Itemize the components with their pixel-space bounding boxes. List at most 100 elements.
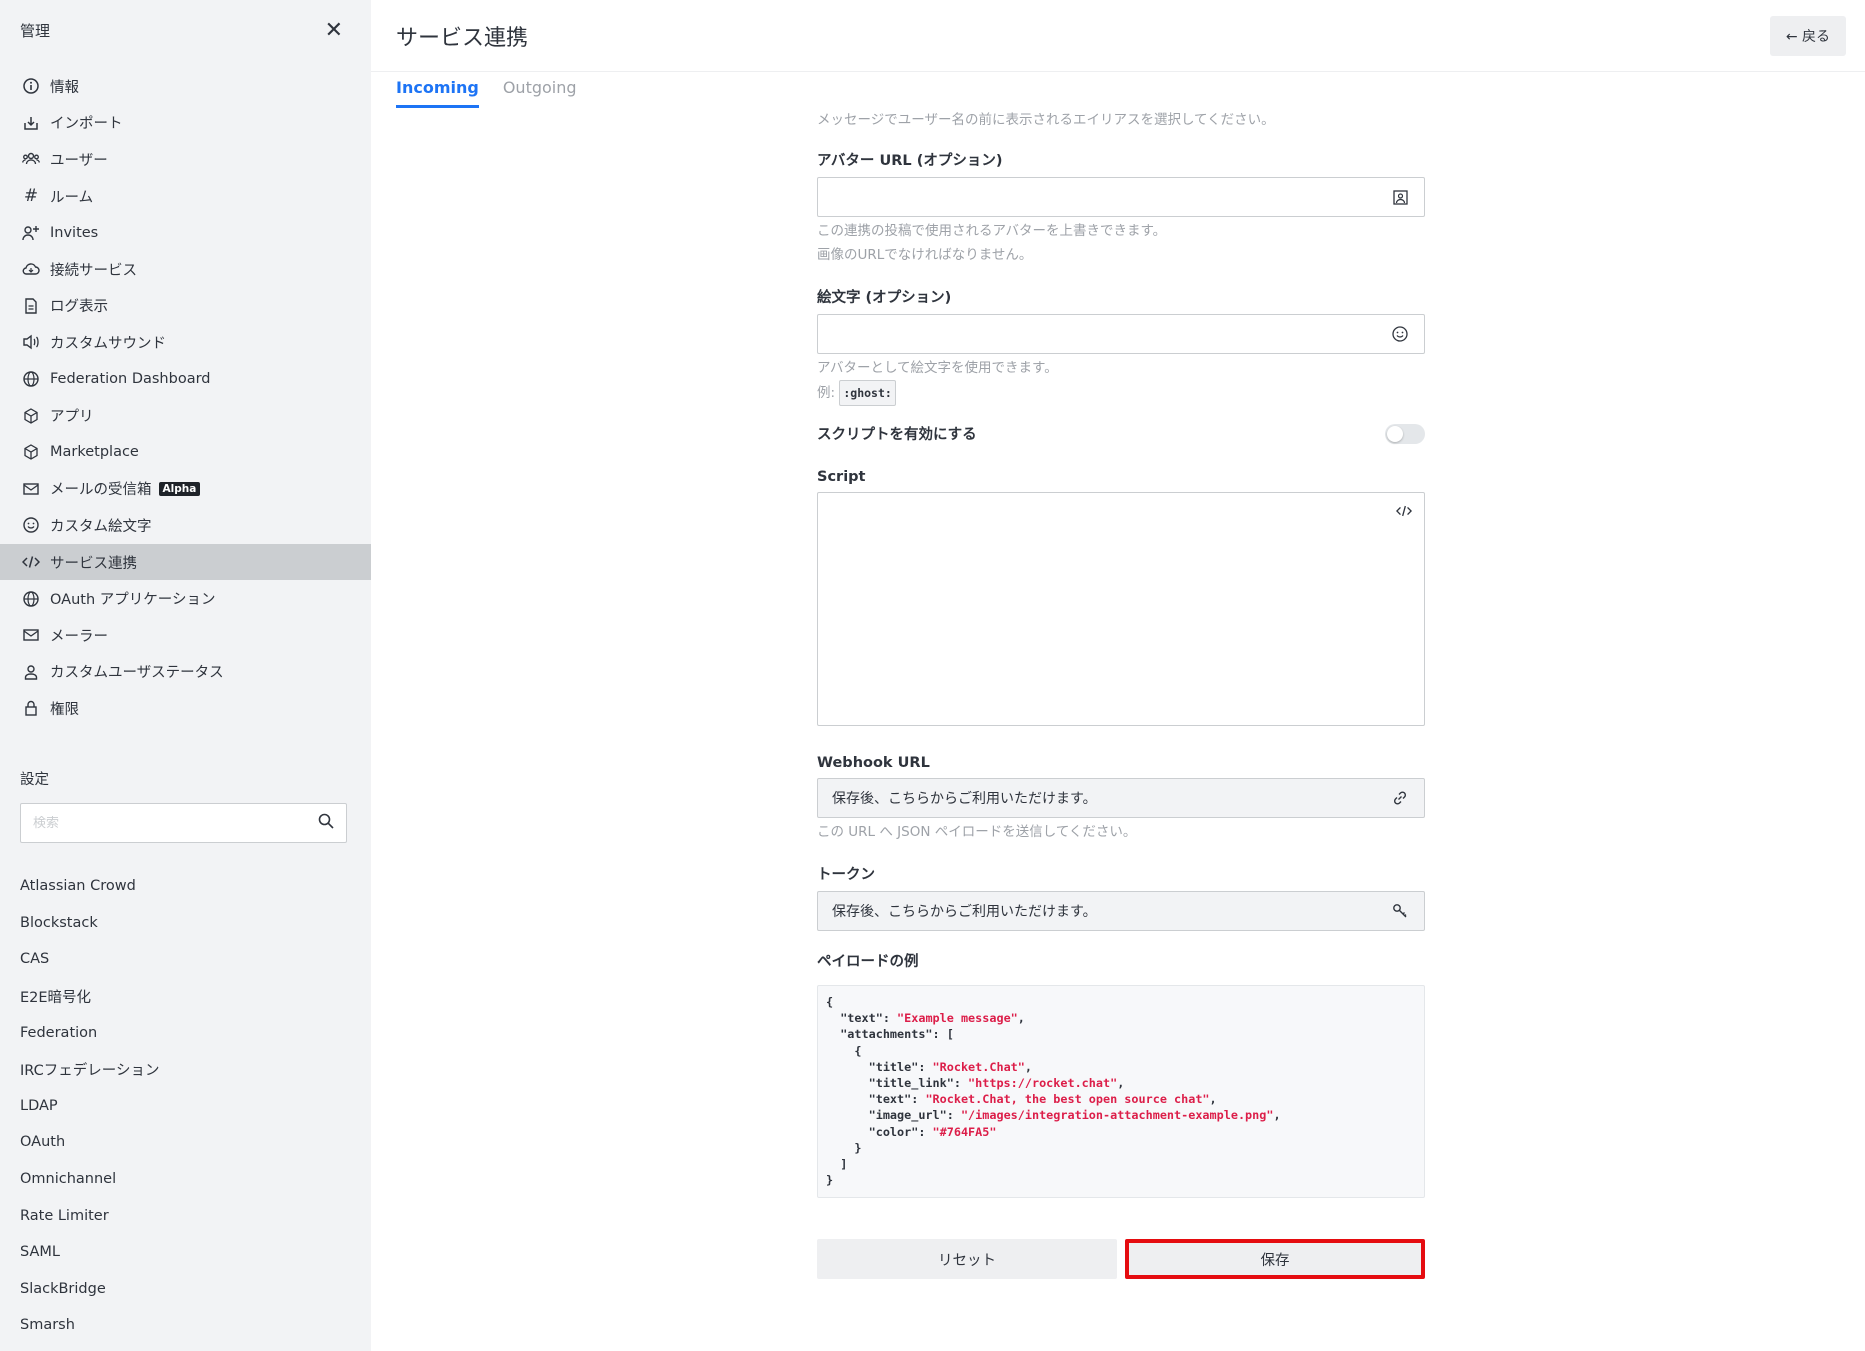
reset-button[interactable]: リセット [817, 1239, 1117, 1279]
sidebar-item-apps[interactable]: アプリ [0, 397, 371, 434]
webhook-hint: この URL へ JSON ペイロードを送信してください。 [817, 824, 1137, 840]
sidebar-item-invites[interactable]: Invites [0, 214, 371, 251]
sidebar-item-federation-dashboard[interactable]: Federation Dashboard [0, 361, 371, 398]
sidebar-item-users[interactable]: ユーザー [0, 141, 371, 178]
back-button[interactable]: ← 戻る [1769, 15, 1846, 56]
emoji-input[interactable] [832, 326, 1390, 342]
webhook-url-field [817, 778, 1425, 818]
token-input[interactable] [832, 903, 1390, 919]
globe-icon [22, 370, 40, 388]
sidebar-item-oauth-apps[interactable]: OAuth アプリケーション [0, 580, 371, 617]
volume-icon [22, 333, 40, 351]
link-icon[interactable] [1390, 790, 1410, 806]
search-icon[interactable] [318, 813, 334, 833]
settings-list: Atlassian Crowd Blockstack CAS E2E暗号化 Fe… [20, 868, 159, 1344]
token-label: トークン [817, 867, 875, 883]
script-label: Script [817, 469, 866, 485]
settings-search-input[interactable] [33, 815, 318, 831]
emoji-example-code: :ghost: [839, 380, 896, 406]
settings-item-atlassian-crowd[interactable]: Atlassian Crowd [20, 868, 159, 905]
settings-item-e2e[interactable]: E2E暗号化 [20, 978, 159, 1015]
settings-item-saml[interactable]: SAML [20, 1234, 159, 1271]
sidebar-item-label: Marketplace [50, 444, 139, 461]
alpha-badge: Alpha [158, 481, 201, 496]
sidebar-item-label: Federation Dashboard [50, 371, 211, 388]
sidebar-item-import[interactable]: インポート [0, 105, 371, 142]
cube-icon [22, 407, 40, 425]
settings-item-smarsh[interactable]: Smarsh [20, 1307, 159, 1344]
payload-example-code: { "text": "Example message", "attachment… [817, 985, 1425, 1198]
document-icon [22, 297, 40, 315]
webhook-url-input[interactable] [832, 790, 1390, 806]
payload-example-label: ペイロードの例 [817, 954, 919, 970]
sidebar-item-label: アプリ [50, 409, 94, 426]
user-plus-icon [22, 224, 40, 242]
payload-title-value: "Rocket.Chat" [932, 1059, 1025, 1074]
sidebar-title: 管理 [20, 21, 51, 40]
settings-heading: 設定 [20, 772, 49, 788]
sidebar-item-label: ルーム [50, 189, 94, 206]
settings-item-blockstack[interactable]: Blockstack [20, 905, 159, 942]
code-icon [22, 553, 40, 571]
sidebar-item-label: サービス連携 [50, 555, 137, 572]
script-toggle-label: スクリプトを有効にする [817, 427, 977, 443]
sidebar-header: 管理 ✕ [0, 0, 371, 60]
settings-item-rate-limiter[interactable]: Rate Limiter [20, 1197, 159, 1234]
sidebar-item-custom-user-status[interactable]: カスタムユーザステータス [0, 654, 371, 691]
sidebar-item-marketplace[interactable]: Marketplace [0, 434, 371, 471]
settings-item-oauth[interactable]: OAuth [20, 1124, 159, 1161]
payload-attachment-text-value: "Rocket.Chat, the best open source chat" [925, 1092, 1210, 1107]
sidebar-item-connected-services[interactable]: 接続サービス [0, 251, 371, 288]
cloud-icon [22, 260, 40, 278]
sidebar-item-label: OAuth アプリケーション [50, 592, 216, 609]
sidebar-item-permissions[interactable]: 権限 [0, 690, 371, 727]
globe-icon [22, 590, 40, 608]
sidebar-item-logs[interactable]: ログ表示 [0, 288, 371, 325]
sidebar-item-mailer[interactable]: メーラー [0, 617, 371, 654]
payload-image-url-value: "/images/integration-attachment-example.… [960, 1108, 1274, 1123]
sidebar-item-label: ログ表示 [50, 299, 108, 316]
sidebar-item-custom-sounds[interactable]: カスタムサウンド [0, 324, 371, 361]
script-editor[interactable] [817, 492, 1425, 726]
settings-item-ldap[interactable]: LDAP [20, 1088, 159, 1125]
cube-icon [22, 443, 40, 461]
mail-icon [22, 480, 40, 498]
info-circle-icon [22, 77, 40, 95]
emoji-example: 例: :ghost: [817, 380, 1425, 406]
tab-incoming[interactable]: Incoming [396, 78, 479, 108]
alias-hint: メッセージでユーザー名の前に表示されるエイリアスを選択してください。 [817, 112, 1275, 128]
admin-sidebar: 管理 ✕ 情報 インポート ユーザー # ルーム Invites 接続サービス [0, 0, 371, 1351]
avatar-url-input[interactable] [832, 189, 1390, 205]
sidebar-item-label: インポート [50, 116, 123, 133]
sidebar-item-label: カスタムサウンド [50, 335, 166, 352]
settings-item-slackbridge[interactable]: SlackBridge [20, 1271, 159, 1308]
settings-item-federation[interactable]: Federation [20, 1014, 159, 1051]
avatar-url-field [817, 177, 1425, 217]
import-icon [22, 114, 40, 132]
settings-item-cas[interactable]: CAS [20, 941, 159, 978]
sidebar-item-email-inbox[interactable]: メールの受信箱 Alpha [0, 471, 371, 508]
sidebar-item-label: メールの受信箱 [50, 482, 152, 499]
key-icon[interactable] [1390, 903, 1410, 919]
form-actions: リセット 保存 [817, 1239, 1425, 1279]
emoji-icon [22, 516, 40, 534]
payload-color-value: "#764FA5" [932, 1124, 997, 1139]
webhook-url-label: Webhook URL [817, 755, 930, 771]
tab-outgoing[interactable]: Outgoing [503, 78, 577, 108]
sidebar-item-custom-emoji[interactable]: カスタム絵文字 [0, 507, 371, 544]
settings-item-omnichannel[interactable]: Omnichannel [20, 1161, 159, 1198]
payload-text-value: "Example message" [897, 1011, 1018, 1026]
close-icon[interactable]: ✕ [325, 18, 343, 43]
emoji-label: 絵文字 (オプション) [817, 290, 952, 306]
script-enable-toggle[interactable] [1385, 423, 1425, 444]
sidebar-item-info[interactable]: 情報 [0, 68, 371, 105]
page-header: サービス連携 ← 戻る [371, 0, 1865, 72]
sidebar-item-label: カスタム絵文字 [50, 518, 152, 535]
user-icon [22, 663, 40, 681]
sidebar-item-rooms[interactable]: # ルーム [0, 178, 371, 215]
sidebar-item-integrations[interactable]: サービス連携 [0, 543, 371, 581]
hashtag-icon: # [23, 186, 39, 207]
settings-item-irc-federation[interactable]: IRCフェデレーション [20, 1051, 159, 1088]
save-button[interactable]: 保存 [1125, 1239, 1425, 1279]
sidebar-item-label: 情報 [50, 79, 79, 96]
